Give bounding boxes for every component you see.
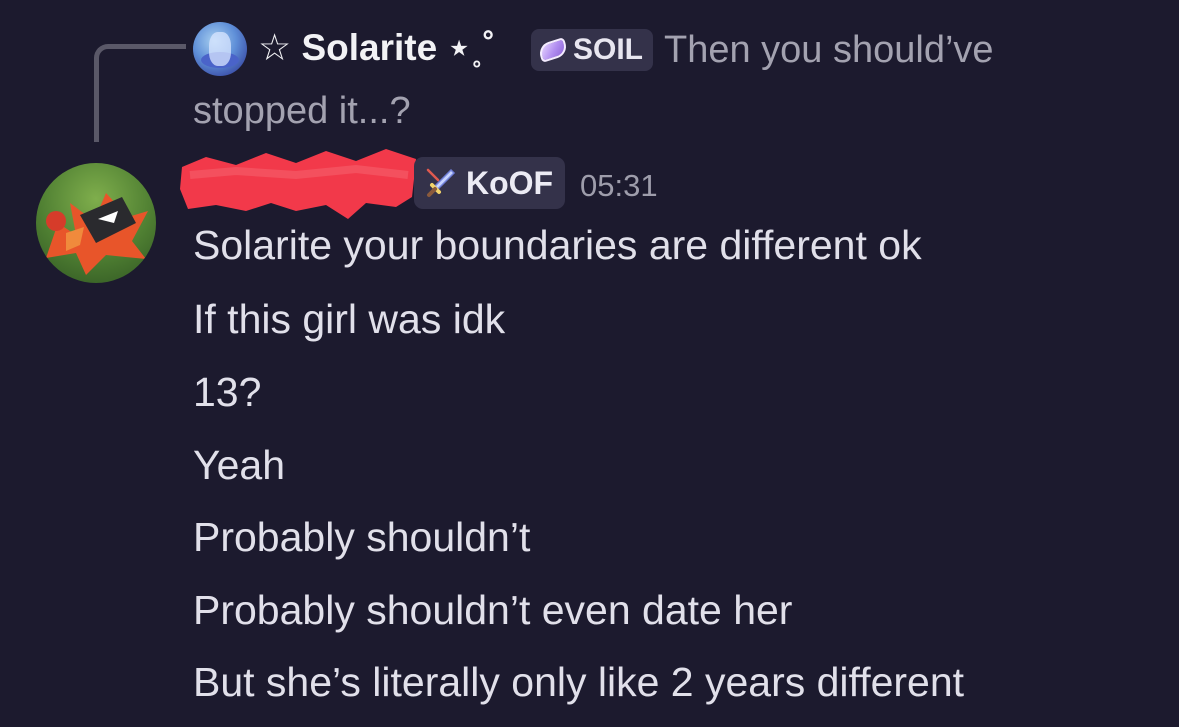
reply-author-tag-label: SOIL [573,33,644,66]
message-line[interactable]: Probably shouldn’t [193,514,530,561]
message-line[interactable]: Solarite your boundaries are different o… [193,222,922,269]
reply-preview-text[interactable]: Then you should’ve [664,29,994,72]
message-line[interactable]: Probably shouldn’t even date her [193,587,792,634]
redacted-username [180,149,416,219]
message-line[interactable]: 13? [193,369,261,416]
message-author-role-tag[interactable]: KoOF [414,157,566,209]
message-line[interactable]: If this girl was idk [193,296,505,343]
gem-icon [536,37,570,63]
reply-author-name[interactable]: ☆ Solarite ⋆˳˚ [258,26,495,69]
message-timestamp[interactable]: 05:31 [580,168,658,204]
reply-author-avatar[interactable] [193,22,247,76]
reply-author-tag[interactable]: SOIL [531,29,654,71]
message-line[interactable]: But she’s literally only like 2 years di… [193,659,964,706]
reply-preview-text-continued[interactable]: stopped it...? [193,90,411,133]
avatar-art-figure [209,32,231,66]
message-line[interactable]: Yeah [193,442,285,489]
chat-view: ☆ Solarite ⋆˳˚ SOIL Then you should’ve s… [0,0,1179,727]
message-author-role-label: KoOF [466,164,554,201]
reply-connector-line [94,44,186,142]
avatar-art [46,193,148,275]
sword-icon [426,168,456,197]
message-author-avatar[interactable] [36,163,156,283]
